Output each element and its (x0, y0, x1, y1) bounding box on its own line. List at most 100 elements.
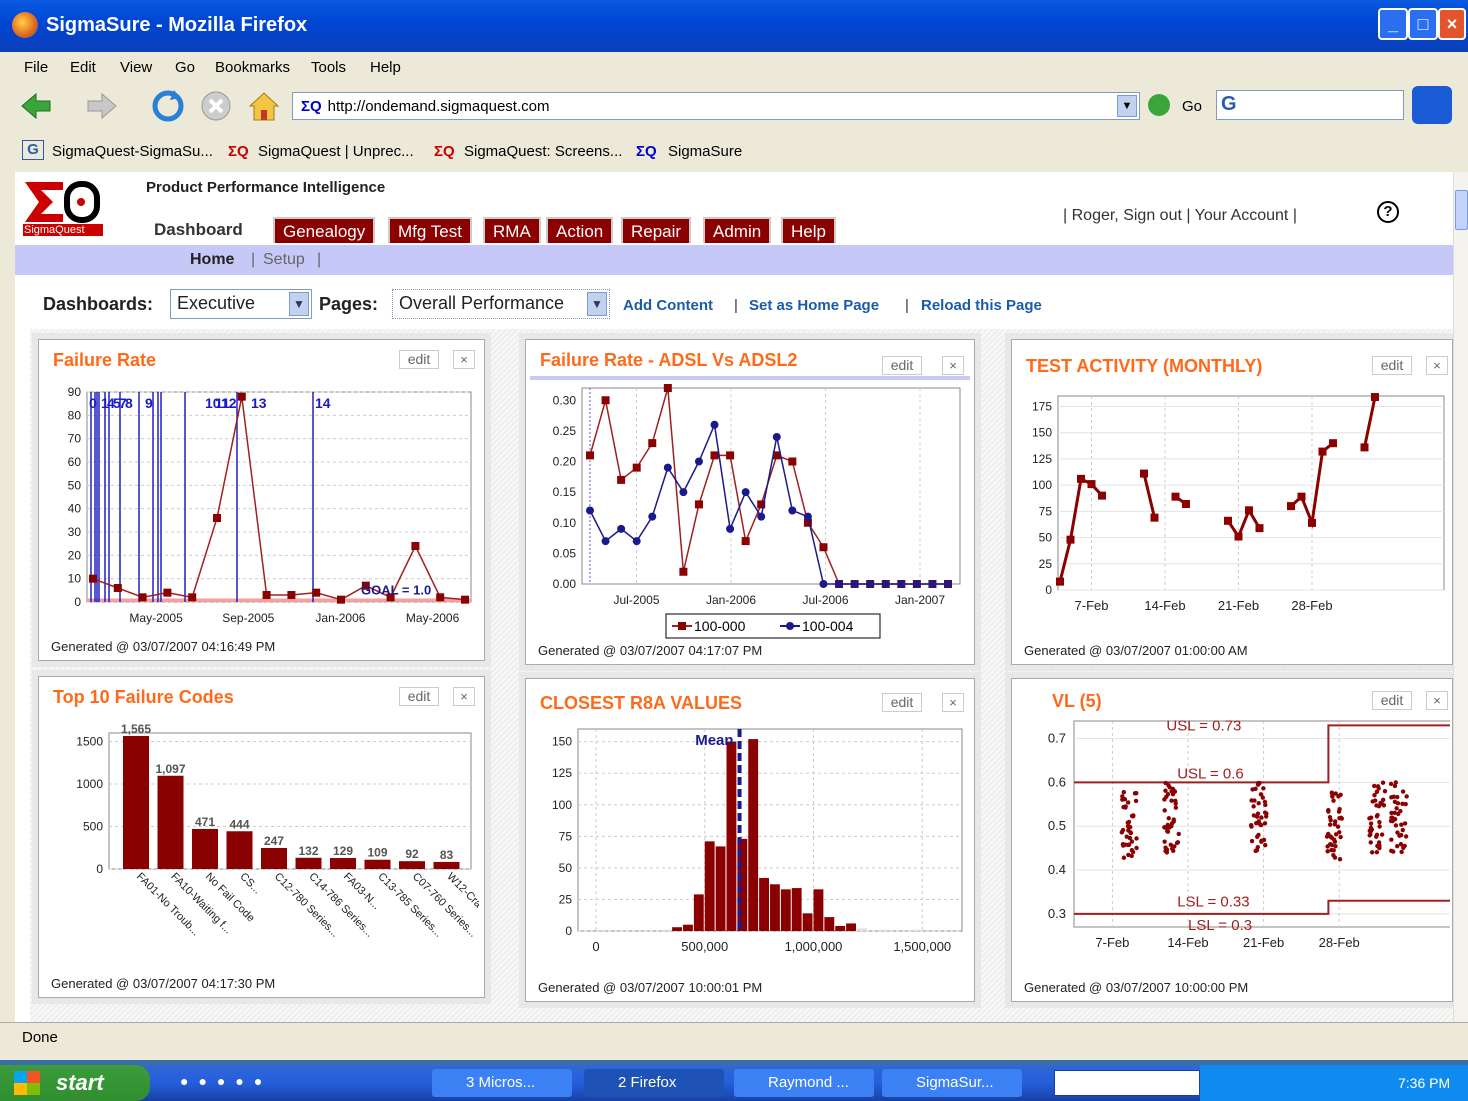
data-point (1126, 828, 1131, 833)
data-point (1391, 794, 1396, 799)
window-title: SigmaSure - Mozilla Firefox (46, 14, 308, 36)
close-button[interactable]: × (1438, 8, 1466, 40)
y-tick-label: 0.5 (1048, 818, 1066, 833)
tab-mfg-test[interactable]: Mfg Test (388, 217, 472, 243)
data-point (694, 500, 703, 509)
menu-go[interactable]: Go (175, 59, 195, 76)
close-panel-icon[interactable]: × (942, 356, 964, 375)
edit-button[interactable]: edit (882, 356, 922, 375)
data-point (1402, 821, 1408, 826)
set-home-link[interactable]: Set as Home Page (749, 297, 879, 314)
data-point (1297, 492, 1306, 501)
tab-repair[interactable]: Repair (621, 217, 692, 243)
menu-help[interactable]: Help (370, 59, 401, 76)
taskbar-item-firefox[interactable]: 2 Firefox (584, 1069, 724, 1097)
edit-button[interactable]: edit (1372, 356, 1412, 375)
your-account-link[interactable]: Your Account (1195, 207, 1289, 224)
menu-file[interactable]: File (24, 59, 48, 76)
help-icon[interactable]: ? (1377, 201, 1399, 223)
taskbar-item-microsoft[interactable]: 3 Micros... (432, 1069, 572, 1097)
subnav-setup[interactable]: Setup (263, 251, 305, 269)
tab-rma[interactable]: RMA (483, 217, 541, 243)
minimize-button[interactable]: _ (1378, 8, 1408, 40)
pages-select[interactable]: Overall Performance ▼ (392, 289, 610, 319)
mean-label: Mean (695, 732, 733, 749)
data-point (461, 595, 469, 604)
data-point (1251, 804, 1256, 809)
x-tick-label: C13-785 Series... (375, 871, 444, 940)
edit-button[interactable]: edit (399, 350, 439, 369)
close-panel-icon[interactable]: × (453, 687, 475, 706)
menu-tools[interactable]: Tools (311, 59, 346, 76)
data-point (1328, 818, 1333, 823)
data-point (312, 588, 321, 597)
data-point (788, 506, 797, 515)
data-point (1126, 852, 1131, 858)
search-input[interactable]: G (1216, 90, 1404, 120)
bookmark-screens[interactable]: SigmaQuest: Screens... (464, 143, 622, 160)
menu-bookmarks[interactable]: Bookmarks (215, 59, 290, 76)
dashboards-select[interactable]: Executive ▼ (170, 289, 312, 319)
add-content-link[interactable]: Add Content (623, 297, 713, 314)
sign-out-link[interactable]: Roger, Sign out (1072, 207, 1182, 224)
y-tick-label: 25 (559, 892, 573, 906)
tab-admin[interactable]: Admin (703, 217, 772, 243)
tab-action[interactable]: Action (546, 217, 614, 243)
go-icon[interactable] (1148, 94, 1170, 116)
tab-dashboard[interactable]: Dashboard (146, 217, 251, 243)
x-tick-label: Jul-2006 (802, 593, 848, 607)
data-point (138, 593, 147, 602)
close-panel-icon[interactable]: × (1426, 356, 1448, 375)
data-point (632, 463, 641, 472)
bar (748, 739, 759, 931)
x-tick-label: C12-780 Series... (272, 871, 341, 940)
adsl-chart: 0.00 0.05 0.10 0.15 0.20 0.25 0.30 Jul-2005 Jan-… (553, 384, 961, 639)
close-panel-icon[interactable]: × (453, 350, 475, 369)
reload-page-link[interactable]: Reload this Page (921, 297, 1042, 314)
forward-arrow-icon[interactable] (84, 88, 120, 124)
generated-timestamp: Generated @ 03/07/2007 04:17:07 PM (538, 643, 763, 658)
tab-genealogy[interactable]: Genealogy (273, 217, 376, 243)
url-dropdown-icon[interactable]: ▼ (1117, 95, 1137, 117)
taskbar-item-raymond[interactable]: Raymond ... (734, 1069, 874, 1097)
menu-edit[interactable]: Edit (70, 59, 96, 76)
data-point (1337, 857, 1343, 862)
subnav-home[interactable]: Home (190, 251, 234, 269)
bookmark-unprec[interactable]: SigmaQuest | Unprec... (258, 143, 414, 160)
data-point (1119, 830, 1125, 835)
address-bar[interactable]: ΣQ http://ondemand.sigmaquest.com ▼ (292, 92, 1140, 120)
stop-icon[interactable] (198, 88, 234, 124)
y-tick-label: 0.00 (553, 577, 577, 591)
data-point (1389, 837, 1394, 842)
quick-launch[interactable]: ●●●●● (180, 1073, 330, 1093)
y-tick-label: 75 (1039, 504, 1053, 518)
bar (672, 927, 682, 931)
taskbar-item-sigmasure[interactable]: SigmaSur... (882, 1069, 1022, 1097)
go-button[interactable]: Go (1182, 98, 1202, 115)
edit-button[interactable]: edit (1372, 691, 1412, 710)
tab-help[interactable]: Help (781, 217, 836, 243)
home-icon[interactable] (246, 88, 282, 124)
bookmark-sigmasure[interactable]: SigmaQuest-SigmaSu... (52, 143, 213, 160)
taskbar-search-input[interactable] (1054, 1070, 1200, 1096)
close-panel-icon[interactable]: × (1426, 691, 1448, 710)
x-tick-label: FA01-No Troub... (134, 871, 202, 939)
edit-button[interactable]: edit (882, 693, 922, 712)
y-tick-label: 0.25 (553, 424, 577, 438)
data-point (1098, 491, 1106, 500)
maximize-button[interactable]: □ (1408, 8, 1438, 40)
skype-icon[interactable] (1412, 86, 1452, 124)
data-point (1249, 798, 1254, 803)
menu-view[interactable]: View (120, 59, 152, 76)
page-scrollbar[interactable] (1453, 172, 1468, 1022)
data-point (1330, 794, 1335, 799)
y-tick-label: 0.15 (553, 485, 577, 499)
data-point (632, 537, 641, 546)
bookmark-sigmasure-home[interactable]: SigmaSure (668, 143, 742, 160)
back-arrow-icon[interactable] (18, 88, 54, 124)
edit-button[interactable]: edit (399, 687, 439, 706)
plot-area (1057, 395, 1445, 591)
y-tick-label: 25 (1039, 557, 1053, 571)
close-panel-icon[interactable]: × (942, 693, 964, 712)
reload-icon[interactable] (150, 88, 186, 124)
